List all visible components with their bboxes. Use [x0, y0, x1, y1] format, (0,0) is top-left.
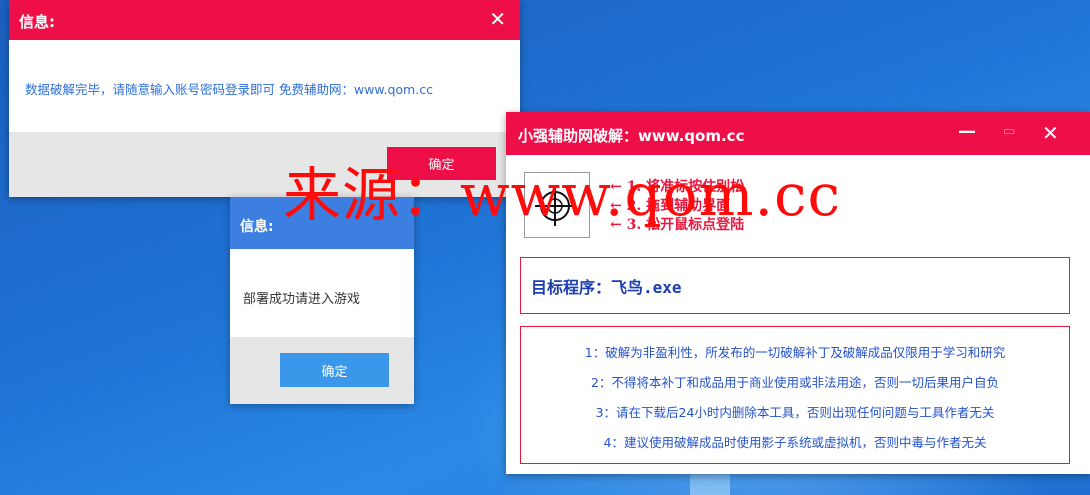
close-icon[interactable]: ✕ [489, 7, 506, 31]
dialog-footer: 确定 [9, 132, 520, 197]
maximize-icon[interactable]: ▭ [1003, 124, 1015, 139]
disclaimer-line: 2：不得将本补丁和成品用于商业使用或非法用途，否则一切后果用户自负 [591, 375, 999, 390]
info-dialog-deploy-success: 信息: 部署成功请进入游戏 确定 [230, 197, 414, 404]
minimize-icon[interactable]: — [958, 121, 976, 142]
step-1: ← 1. 将准标按住别松 [610, 179, 745, 195]
dialog-titlebar: 信息: [230, 197, 414, 249]
ok-button[interactable]: 确定 [280, 353, 389, 387]
disclaimer-line: 3：请在下载后24小时内删除本工具，否则出现任何问题与工具作者无关 [595, 405, 995, 420]
info-dialog-crack-complete: 信息: ✕ 数据破解完毕，请随意输入账号密码登录即可 免费辅助网：www.qom… [9, 0, 520, 197]
dialog-title: 信息: [19, 13, 55, 31]
ok-button[interactable]: 确定 [387, 147, 496, 180]
dialog-body: 数据破解完毕，请随意输入账号密码登录即可 免费辅助网：www.qom.cc [9, 40, 520, 132]
crack-tool-window: 小强辅助网破解：www.qom.cc — ▭ ✕ ← 1. 将准标按住别松 ← … [506, 112, 1090, 474]
target-program-label: 目标程序：飞鸟.exe [531, 278, 682, 297]
dialog-body: 部署成功请进入游戏 [230, 249, 414, 337]
close-icon[interactable]: ✕ [1042, 121, 1059, 145]
dialog-titlebar: 信息: ✕ [9, 0, 520, 40]
dialog-footer: 确定 [230, 337, 414, 404]
step-3: ← 3. 松开鼠标点登陆 [610, 217, 745, 233]
dialog-title: 信息: [240, 219, 274, 235]
window-title: 小强辅助网破解：www.qom.cc [518, 127, 745, 145]
target-program-panel: 目标程序：飞鸟.exe [520, 257, 1070, 314]
dialog-message: 部署成功请进入游戏 [243, 292, 361, 307]
disclaimer-line: 1：破解为非盈利性，所发布的一切破解补丁及破解成品仅限用于学习和研究 [584, 345, 1006, 360]
crosshair-icon [535, 186, 575, 226]
disclaimer-line: 4：建议使用破解成品时使用影子系统或虚拟机，否则中毒与作者无关 [603, 435, 987, 450]
step-2: ← 2. 拖到辅助界面 [610, 198, 731, 214]
target-drag-handle[interactable] [524, 172, 590, 238]
dialog-message: 数据破解完毕，请随意输入账号密码登录即可 免费辅助网：www.qom.cc [25, 82, 433, 97]
window-titlebar: 小强辅助网破解：www.qom.cc — ▭ ✕ [506, 112, 1090, 155]
disclaimer-panel: 1：破解为非盈利性，所发布的一切破解补丁及破解成品仅限用于学习和研究 2：不得将… [520, 326, 1070, 464]
instruction-steps: ← 1. 将准标按住别松 ← 2. 拖到辅助界面 ← 3. 松开鼠标点登陆 [610, 178, 744, 235]
